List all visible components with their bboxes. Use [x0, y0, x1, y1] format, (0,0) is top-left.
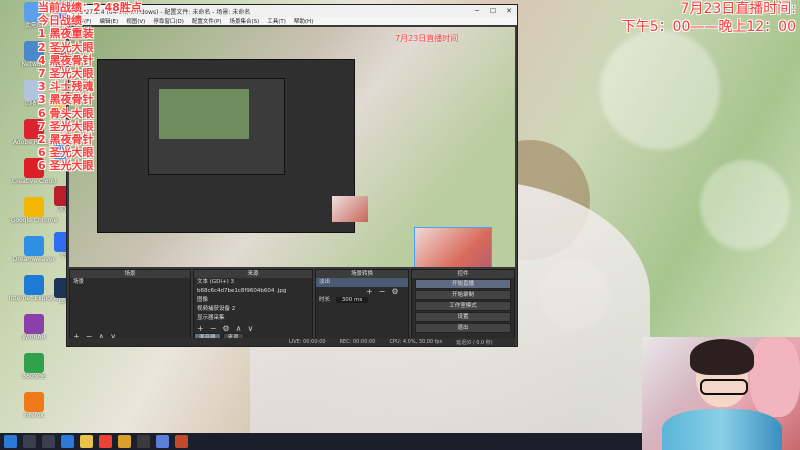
- webcam-feed: [642, 337, 800, 450]
- streamer-shirt: [662, 409, 782, 450]
- live-timer: LIVE: 00:00:00: [289, 339, 326, 345]
- add-icon[interactable]: +: [197, 324, 204, 333]
- duration-row: 时长 300 ms: [316, 296, 408, 305]
- transitions-dock: 场景转换 淡出 + − ⚙ 时长 300 ms: [315, 269, 409, 344]
- nested-webcam: [332, 196, 368, 222]
- sources-header: 来源: [194, 270, 312, 278]
- source-item[interactable]: 视频捕获设备 2: [194, 305, 312, 314]
- app-icon[interactable]: [118, 435, 131, 448]
- record-line: 2 黑夜骨针: [38, 133, 94, 147]
- scene-item[interactable]: 场景: [70, 278, 190, 287]
- obs-statusbar: LIVE: 00:00:00 REC: 00:00:00 CPU: 4.0%, …: [69, 338, 515, 346]
- search-icon[interactable]: [23, 435, 36, 448]
- exit-button[interactable]: 退出: [415, 323, 511, 333]
- start-icon[interactable]: [4, 435, 17, 448]
- menu-help[interactable]: 帮助(H): [294, 17, 313, 25]
- scenes-dock: 场景 场景 + − ∧ ∨: [69, 269, 191, 344]
- duration-label: 时长: [319, 297, 331, 303]
- gear-icon[interactable]: ⚙: [391, 287, 398, 296]
- schedule-time: 下午5：00——晚上12：00: [621, 19, 796, 35]
- scenes-header: 场景: [70, 270, 190, 278]
- record-line: 6 圣光大眼: [38, 146, 94, 160]
- controls-dock: 控件 开始直播 开始录制 工作室模式 设置 退出: [411, 269, 515, 344]
- schedule-date: 7月23日直播时间:: [680, 1, 796, 17]
- studio-mode-button[interactable]: 工作室模式: [415, 301, 511, 311]
- delay-status: 延迟(0 / 0.0 秒): [456, 339, 493, 346]
- move-down-icon[interactable]: ∨: [247, 324, 253, 333]
- gear-icon[interactable]: ⚙: [222, 324, 229, 333]
- record-line: 6 圣光大眼: [38, 159, 94, 173]
- move-up-icon[interactable]: ∧: [236, 324, 242, 333]
- cpu-usage: CPU: 4.0%, 30.00 fps: [389, 339, 443, 345]
- obs-docks: 场景 场景 + − ∧ ∨ 来源 文本 (GDI+) 3 b68c6c4d7be…: [69, 269, 515, 344]
- source-item[interactable]: 文本 (GDI+) 3: [194, 278, 312, 287]
- sources-toolbar: + − ⚙ ∧ ∨: [197, 324, 253, 333]
- webcam-source-preview[interactable]: [414, 227, 492, 267]
- duration-input[interactable]: 300 ms: [335, 297, 369, 303]
- add-icon[interactable]: +: [366, 287, 373, 296]
- maximize-icon[interactable]: ☐: [485, 7, 501, 15]
- menu-tools[interactable]: 工具(T): [267, 17, 286, 25]
- obs-icon[interactable]: [137, 435, 150, 448]
- remove-icon[interactable]: −: [379, 287, 386, 296]
- nested-obs-preview-2: [148, 78, 285, 175]
- record-line: 6 骨头大眼: [38, 106, 94, 120]
- menu-profile[interactable]: 配置文件(P): [192, 17, 222, 25]
- record-line: 1 黑夜重装: [38, 27, 94, 41]
- start-recording-button[interactable]: 开始录制: [415, 290, 511, 300]
- preview-overlay-text: 7月23日直播时间: [395, 34, 459, 43]
- menu-docks[interactable]: 停靠窗口(D): [153, 17, 184, 25]
- record-line: 7 圣光大眼: [38, 119, 94, 133]
- gaming-chair: [750, 337, 800, 417]
- record-line: 2 圣光大眼: [38, 40, 94, 54]
- record-line: 7 圣光大眼: [38, 67, 94, 81]
- streamer-hair: [690, 339, 754, 375]
- record-line: 3 黑夜骨针: [38, 93, 94, 107]
- taskbar: [0, 433, 642, 450]
- start-streaming-button[interactable]: 开始直播: [415, 279, 511, 289]
- stats-overlay: 当前战绩：2 48胜点 今日战绩 1 黑夜重装 2 圣光大眼 4 黑夜骨针 7 圣光大眼 3…: [38, 1, 142, 173]
- glasses: [700, 379, 748, 395]
- transitions-header: 场景转换: [316, 270, 408, 278]
- source-item[interactable]: 图像: [194, 296, 312, 305]
- edge-icon[interactable]: [61, 435, 74, 448]
- source-item[interactable]: b68c6c4d7be1c8f9604b604 .jpg: [194, 287, 312, 296]
- source-item[interactable]: 显示器采集: [194, 314, 312, 323]
- record-line: 4 黑夜骨针: [38, 53, 94, 67]
- remove-icon[interactable]: −: [210, 324, 217, 333]
- chrome-icon[interactable]: [99, 435, 112, 448]
- rec-timer: REC: 00:00:00: [339, 339, 376, 345]
- schedule-overlay: 7月23日直播时间: 下午5：00——晚上12：00: [622, 0, 796, 36]
- app-icon[interactable]: [156, 435, 169, 448]
- controls-header: 控件: [412, 270, 514, 278]
- transition-select[interactable]: 淡出: [316, 278, 408, 287]
- nested-obs-preview-3: [159, 89, 249, 139]
- settings-button[interactable]: 设置: [415, 312, 511, 322]
- task-view-icon[interactable]: [42, 435, 55, 448]
- record-line: 今日战绩: [38, 14, 82, 28]
- folder-icon[interactable]: [80, 435, 93, 448]
- close-icon[interactable]: ✕: [501, 7, 517, 15]
- record-line: 3 斗士残魂: [38, 80, 94, 94]
- transition-toolbar: + − ⚙: [316, 287, 408, 296]
- minimize-icon[interactable]: ─: [469, 7, 485, 15]
- menu-scene-collection[interactable]: 场景集合(S): [229, 17, 259, 25]
- app-icon[interactable]: [175, 435, 188, 448]
- sources-dock: 来源 文本 (GDI+) 3 b68c6c4d7be1c8f9604b604 .…: [193, 269, 313, 344]
- current-record: 当前战绩：2 48胜点: [38, 1, 142, 14]
